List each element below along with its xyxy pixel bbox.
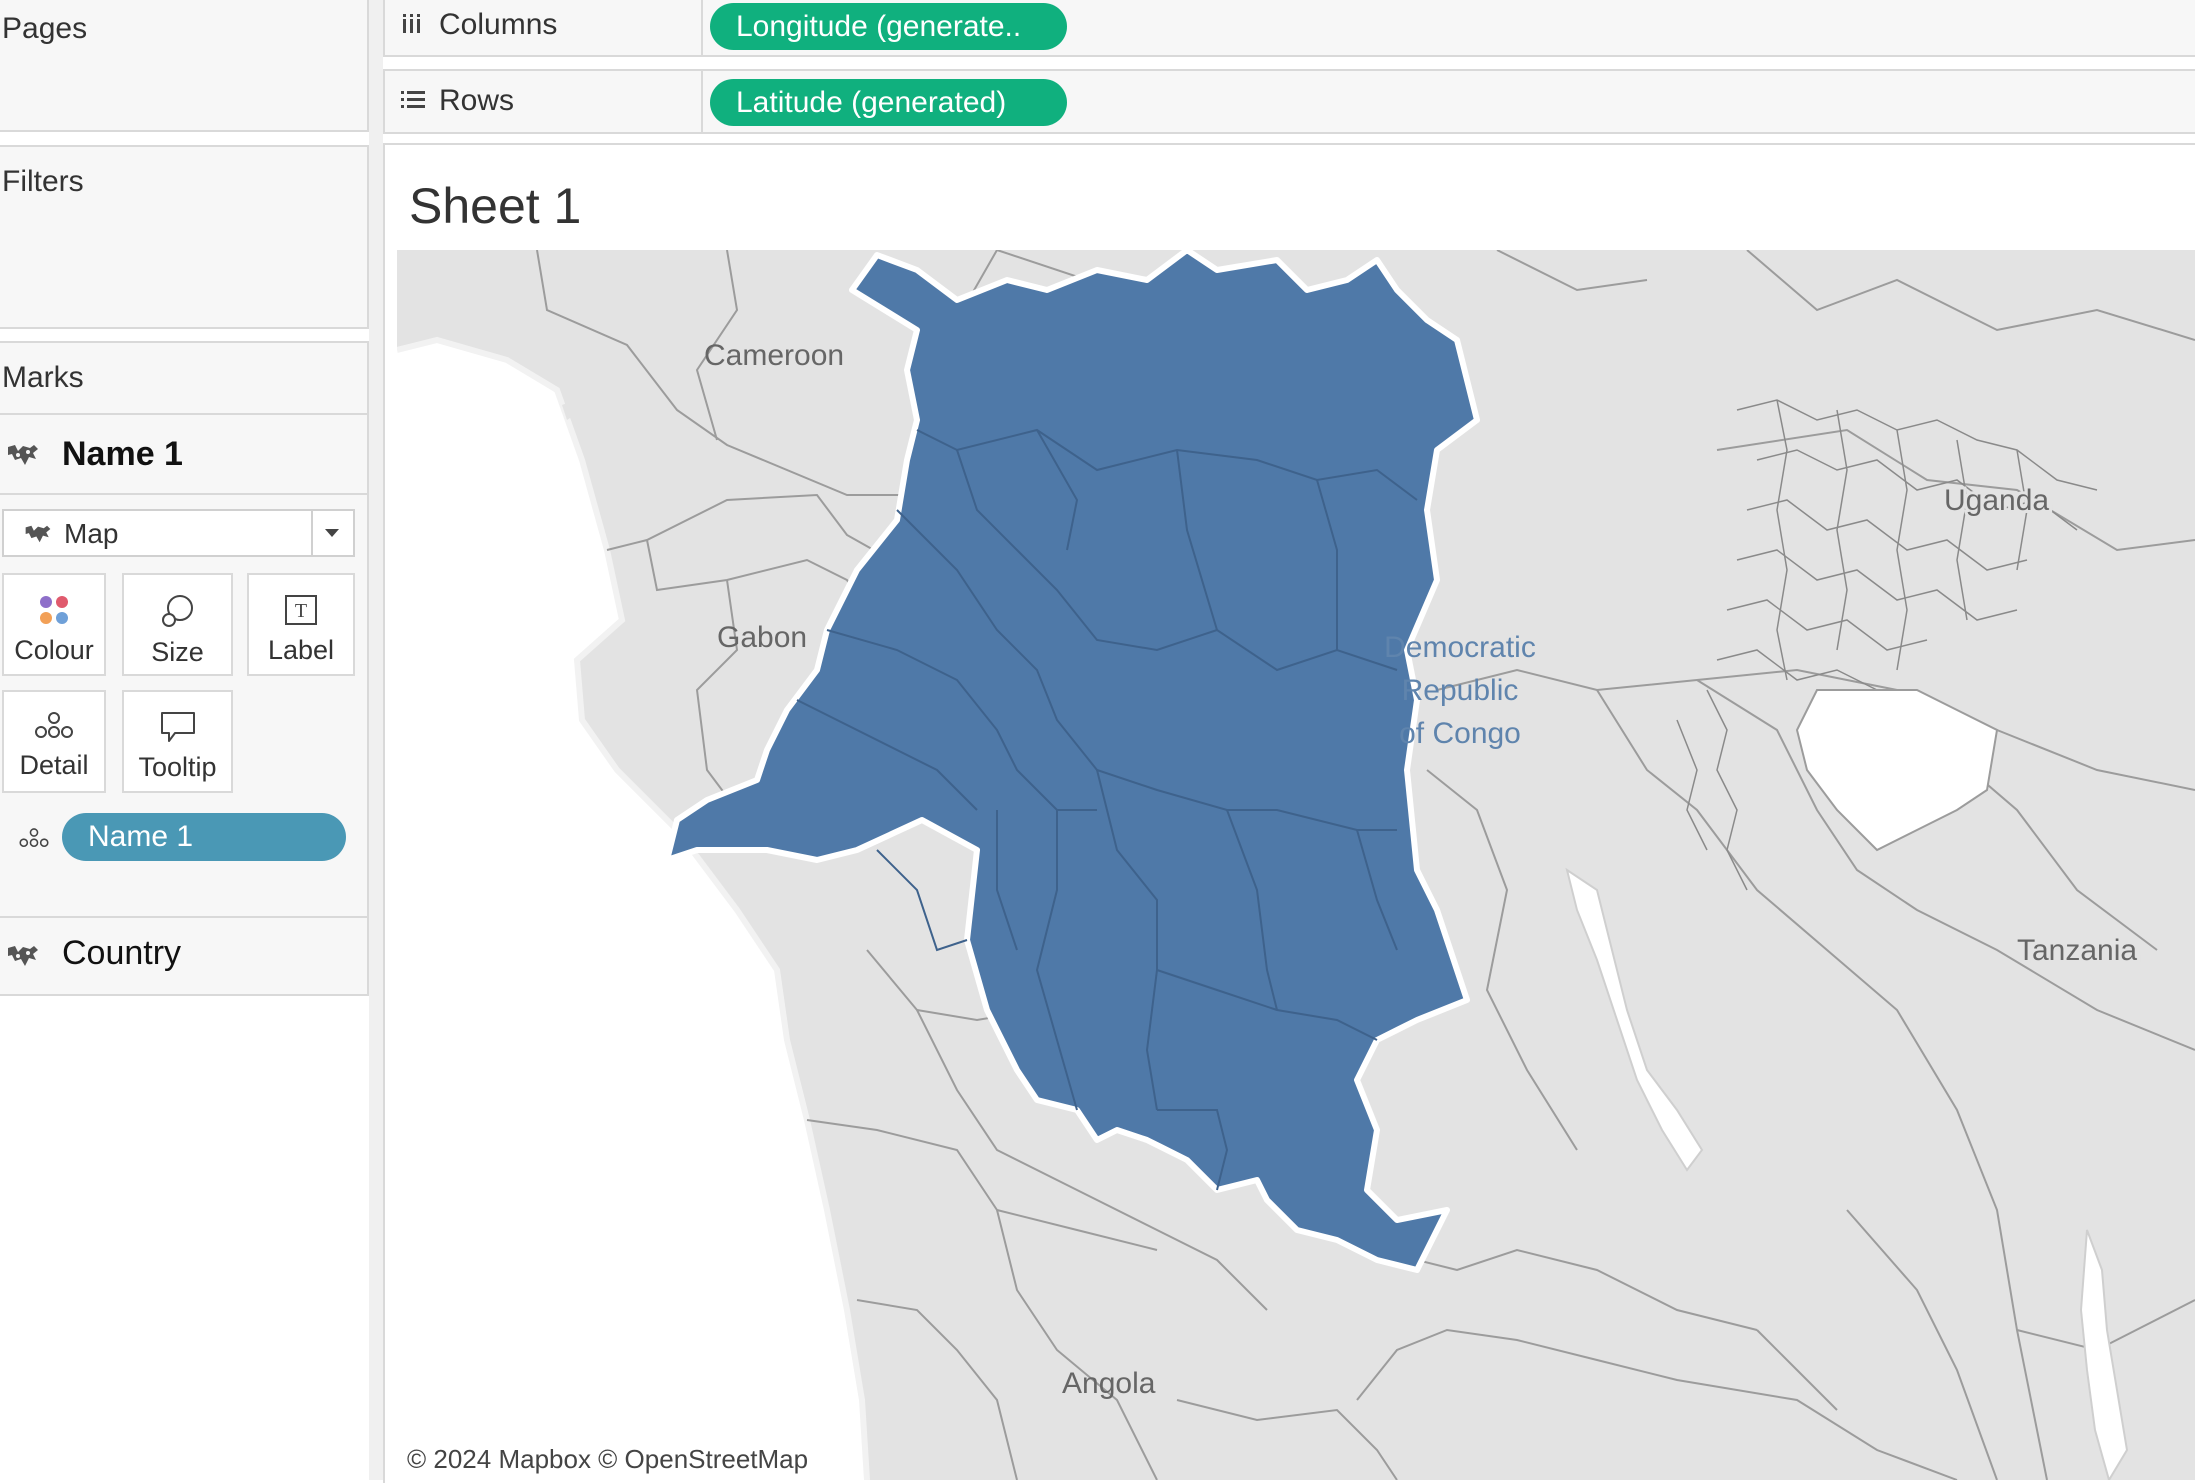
colour-icon — [40, 596, 68, 624]
map-layer-icon-2 — [8, 946, 38, 966]
label-drc-line1: Democratic — [1384, 631, 1536, 664]
detail-card[interactable]: Detail — [2, 690, 106, 793]
svg-text:T: T — [295, 600, 307, 622]
detail-field-icon — [19, 828, 49, 848]
label-gabon: Gabon — [717, 621, 807, 654]
marks-layer-name1[interactable]: Name 1 — [0, 415, 367, 493]
columns-pill-longitude[interactable]: Longitude (generate.. — [710, 3, 1067, 50]
size-card[interactable]: Size — [122, 573, 233, 676]
map-view[interactable]: Cameroon Gabon Uganda Tanzania Angola De… — [397, 250, 2195, 1480]
marks-layer-country[interactable]: Country — [0, 918, 367, 996]
layer-name: Name 1 — [62, 435, 183, 473]
label-label: Label — [267, 635, 335, 665]
label-drc-line2: Republic — [1402, 674, 1519, 707]
map-layer-icon — [8, 445, 38, 465]
chevron-down-icon — [325, 529, 339, 537]
lake-malawi — [2079, 1229, 2129, 1480]
map-mark-icon — [25, 525, 51, 543]
label-uganda: Uganda — [1944, 484, 2049, 517]
detail-pill-name1[interactable]: Name 1 — [62, 813, 346, 861]
colour-label: Colour — [14, 635, 94, 665]
mark-type-value: Map — [64, 518, 119, 549]
pages-label: Pages — [2, 12, 88, 45]
label-angola: Angola — [1062, 1367, 1156, 1400]
label-text-icon: T — [285, 595, 317, 625]
colour-card[interactable]: Colour — [2, 573, 106, 676]
label-drc-line3: of Congo — [1399, 717, 1521, 750]
mark-type-dropdown[interactable]: Map — [2, 509, 355, 557]
map-attribution[interactable]: © 2024 Mapbox © OpenStreetMap — [403, 1444, 813, 1475]
layer2-name: Country — [62, 934, 182, 972]
rows-icon — [401, 91, 425, 108]
size-icon — [161, 595, 193, 627]
marks-title: Marks — [2, 361, 84, 394]
columns-icon — [403, 14, 420, 33]
label-tanzania: Tanzania — [2017, 934, 2137, 967]
marks-card: Marks Name 1 Map Colour Size T Label Det… — [0, 341, 369, 996]
label-card[interactable]: T Label — [247, 573, 355, 676]
lake-tanganyika — [1565, 867, 1704, 1172]
label-cameroon: Cameroon — [704, 339, 844, 372]
tooltip-card[interactable]: Tooltip — [122, 690, 233, 793]
tooltip-icon — [160, 712, 195, 742]
columns-label: Columns — [439, 8, 558, 41]
layer-divider — [0, 493, 367, 495]
columns-shelf[interactable]: Columns Longitude (generate.. — [383, 0, 2195, 57]
atlantic-ocean — [397, 340, 867, 1480]
detail-label: Detail — [19, 750, 89, 780]
tooltip-label: Tooltip — [138, 752, 217, 782]
pages-shelf[interactable]: Pages — [0, 0, 369, 132]
rows-pill-latitude[interactable]: Latitude (generated) — [710, 79, 1067, 126]
filters-shelf[interactable]: Filters — [0, 145, 369, 329]
pane-splitter[interactable] — [369, 0, 383, 1480]
rows-label: Rows — [439, 84, 515, 117]
rows-shelf[interactable]: Rows Latitude (generated) — [383, 69, 2195, 134]
map-canvas: Cameroon Gabon Uganda Tanzania Angola De… — [397, 250, 2195, 1480]
filters-label: Filters — [2, 165, 84, 198]
dropdown-divider — [311, 511, 313, 555]
detail-icon — [35, 712, 73, 738]
sheet-title[interactable]: Sheet 1 — [409, 177, 581, 235]
size-label: Size — [151, 637, 204, 667]
columns-shelf-divider — [701, 0, 703, 57]
rows-shelf-divider — [701, 71, 703, 134]
